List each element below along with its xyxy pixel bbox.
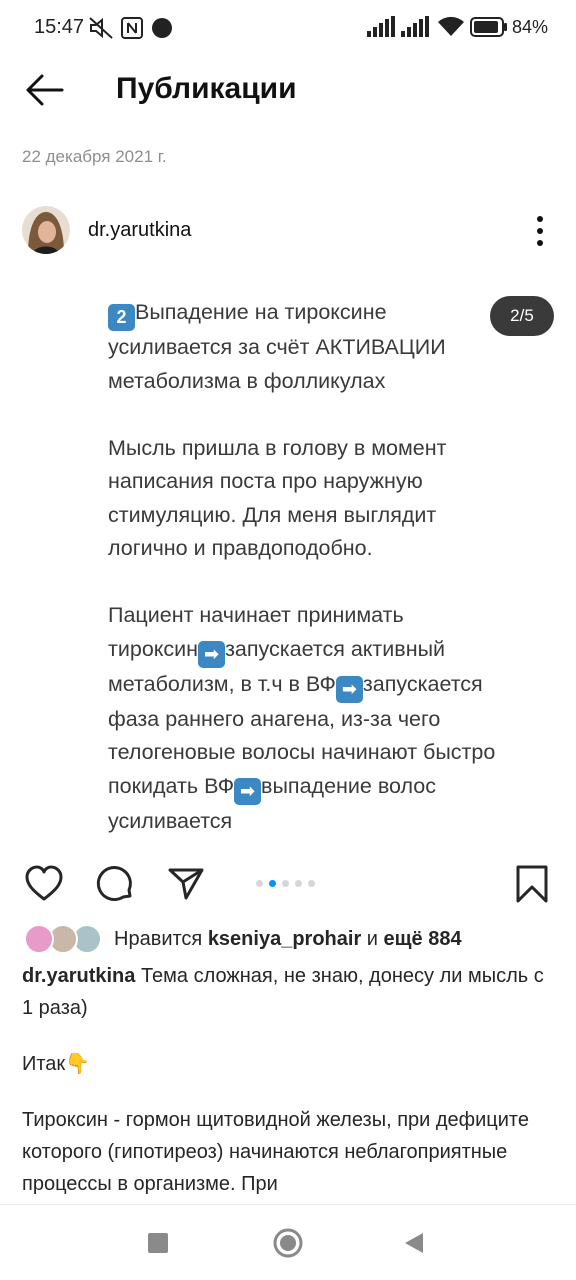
status-bar: 15:47 84%	[0, 0, 576, 56]
wifi-icon	[438, 16, 464, 36]
dot-icon	[152, 18, 172, 38]
caption-username[interactable]: dr.yarutkina	[22, 965, 135, 987]
home-circle-icon[interactable]	[272, 1227, 304, 1259]
carousel-dot	[282, 879, 289, 887]
arrow-right-emoji: ➡	[234, 777, 262, 805]
carousel-dot	[308, 879, 315, 887]
slide-counter-badge: 2/5	[490, 296, 554, 336]
carousel-dot-active	[269, 879, 276, 887]
likes-more-link[interactable]: ещё 884	[384, 928, 462, 950]
keycap-number-emoji: 2	[108, 304, 135, 331]
likes-user-link[interactable]: kseniya_prohair	[208, 928, 361, 950]
likes-text: Нравится kseniya_prohair и ещё 884	[114, 928, 462, 951]
likes-row[interactable]: Нравится kseniya_prohair и ещё 884	[0, 920, 576, 960]
slide-paragraph-1: Выпадение на тироксине усиливается за сч…	[108, 300, 446, 393]
likes-middle: и	[361, 928, 384, 950]
battery-percent: 84%	[512, 17, 549, 37]
status-time: 15:47	[34, 16, 85, 38]
arrow-left-icon	[26, 74, 64, 106]
battery-icon	[470, 17, 507, 37]
recents-square-icon[interactable]	[146, 1231, 170, 1255]
carousel-dot	[295, 879, 302, 887]
likes-prefix: Нравится	[114, 928, 208, 950]
caption-line-3: Тироксин - гормон щитовидной железы, при…	[22, 1109, 529, 1195]
carousel-dot	[256, 879, 263, 887]
post-caption: dr.yarutkina Тема сложная, не знаю, доне…	[22, 960, 552, 1224]
avatar[interactable]	[22, 206, 70, 254]
post-actions	[0, 860, 576, 908]
signal-icon	[367, 16, 395, 37]
arrow-right-emoji: ➡	[198, 640, 226, 668]
liker-avatar	[24, 924, 54, 954]
caption-line-2: Итак	[22, 1053, 66, 1075]
signal-icon	[401, 16, 429, 37]
pointing-down-emoji: 👇	[65, 1053, 91, 1075]
page-title: Публикации	[116, 72, 297, 105]
post-date: 22 декабря 2021 г.	[22, 147, 167, 166]
system-navigation-bar	[0, 1204, 576, 1280]
post-header: dr.yarutkina	[0, 200, 576, 260]
back-triangle-icon[interactable]	[402, 1231, 426, 1255]
slide-text: 2 Выпадение на тироксине усиливается за с…	[108, 296, 548, 838]
heart-icon[interactable]	[24, 864, 64, 904]
carousel-indicator	[256, 878, 315, 888]
nfc-icon	[121, 17, 143, 39]
share-icon[interactable]	[166, 864, 206, 904]
more-vertical-icon	[537, 216, 543, 246]
post-username[interactable]: dr.yarutkina	[88, 219, 191, 242]
back-button[interactable]	[22, 70, 66, 110]
mute-icon	[89, 17, 113, 39]
slide-paragraph-2: Мысль пришла в голову в момент написания…	[108, 435, 447, 561]
comment-icon[interactable]	[96, 864, 136, 904]
bookmark-icon[interactable]	[514, 864, 550, 904]
post-image-slide[interactable]: 2 Выпадение на тироксине усиливается за с…	[0, 270, 576, 842]
more-options-button[interactable]	[528, 214, 552, 248]
app-bar: Публикации	[0, 56, 576, 126]
arrow-right-emoji: ➡	[335, 675, 363, 703]
